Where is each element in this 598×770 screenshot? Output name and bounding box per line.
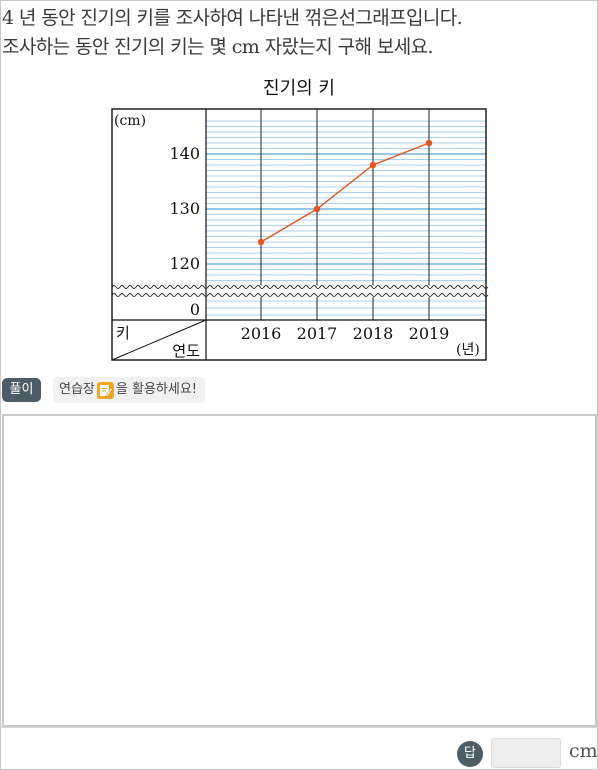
- answer-unit: cm: [569, 740, 598, 762]
- y-tick-label: 130: [169, 199, 200, 218]
- y-tick-label: 120: [169, 254, 200, 273]
- corner-row-label: 키: [116, 324, 130, 342]
- tip-text-before: 연습장: [59, 382, 95, 397]
- answer-input[interactable]: [491, 738, 561, 768]
- tip-text-after: 을 활용하세요!: [115, 382, 197, 397]
- x-tick-label: 2017: [297, 324, 338, 343]
- corner-col-label: 연도: [172, 342, 200, 360]
- answer-badge: 답: [457, 741, 483, 767]
- data-point: [313, 205, 321, 213]
- question-line-1: 4 년 동안 진기의 키를 조사하여 나타낸 꺾은선그래프입니다.: [2, 7, 463, 29]
- data-point: [369, 161, 377, 169]
- chart-border: [111, 108, 487, 361]
- data-point: [257, 238, 265, 246]
- question-line-2: 조사하는 동안 진기의 키는 몇 cm 자랐는지 구해 보세요.: [2, 36, 434, 58]
- answer-divider: [0, 727, 598, 728]
- y-tick-label: 140: [169, 144, 200, 163]
- x-tick-label: 2018: [353, 324, 394, 343]
- memo-pencil-icon[interactable]: [96, 381, 114, 399]
- data-point: [425, 139, 433, 147]
- x-tick-label: 2019: [409, 324, 450, 343]
- notepad-tip: 연습장 을 활용하세요!: [53, 377, 205, 403]
- x-tick-label: 2016: [241, 324, 282, 343]
- x-unit-label: (년): [456, 342, 480, 358]
- question-text: 4 년 동안 진기의 키를 조사하여 나타낸 꺾은선그래프입니다. 조사하는 동…: [2, 4, 596, 62]
- y-zero-label: 0: [190, 300, 200, 319]
- y-unit-label: (cm): [114, 113, 146, 129]
- chart-title: 진기의 키: [263, 78, 335, 99]
- solution-work-area[interactable]: [2, 414, 597, 727]
- line-chart: 진기의 키 120 130 140 0 (cm) (년) 2016 2017 2018 2019 키…: [111, 78, 489, 361]
- solution-badge: 풀이: [2, 378, 41, 402]
- chart-frame: [111, 108, 489, 361]
